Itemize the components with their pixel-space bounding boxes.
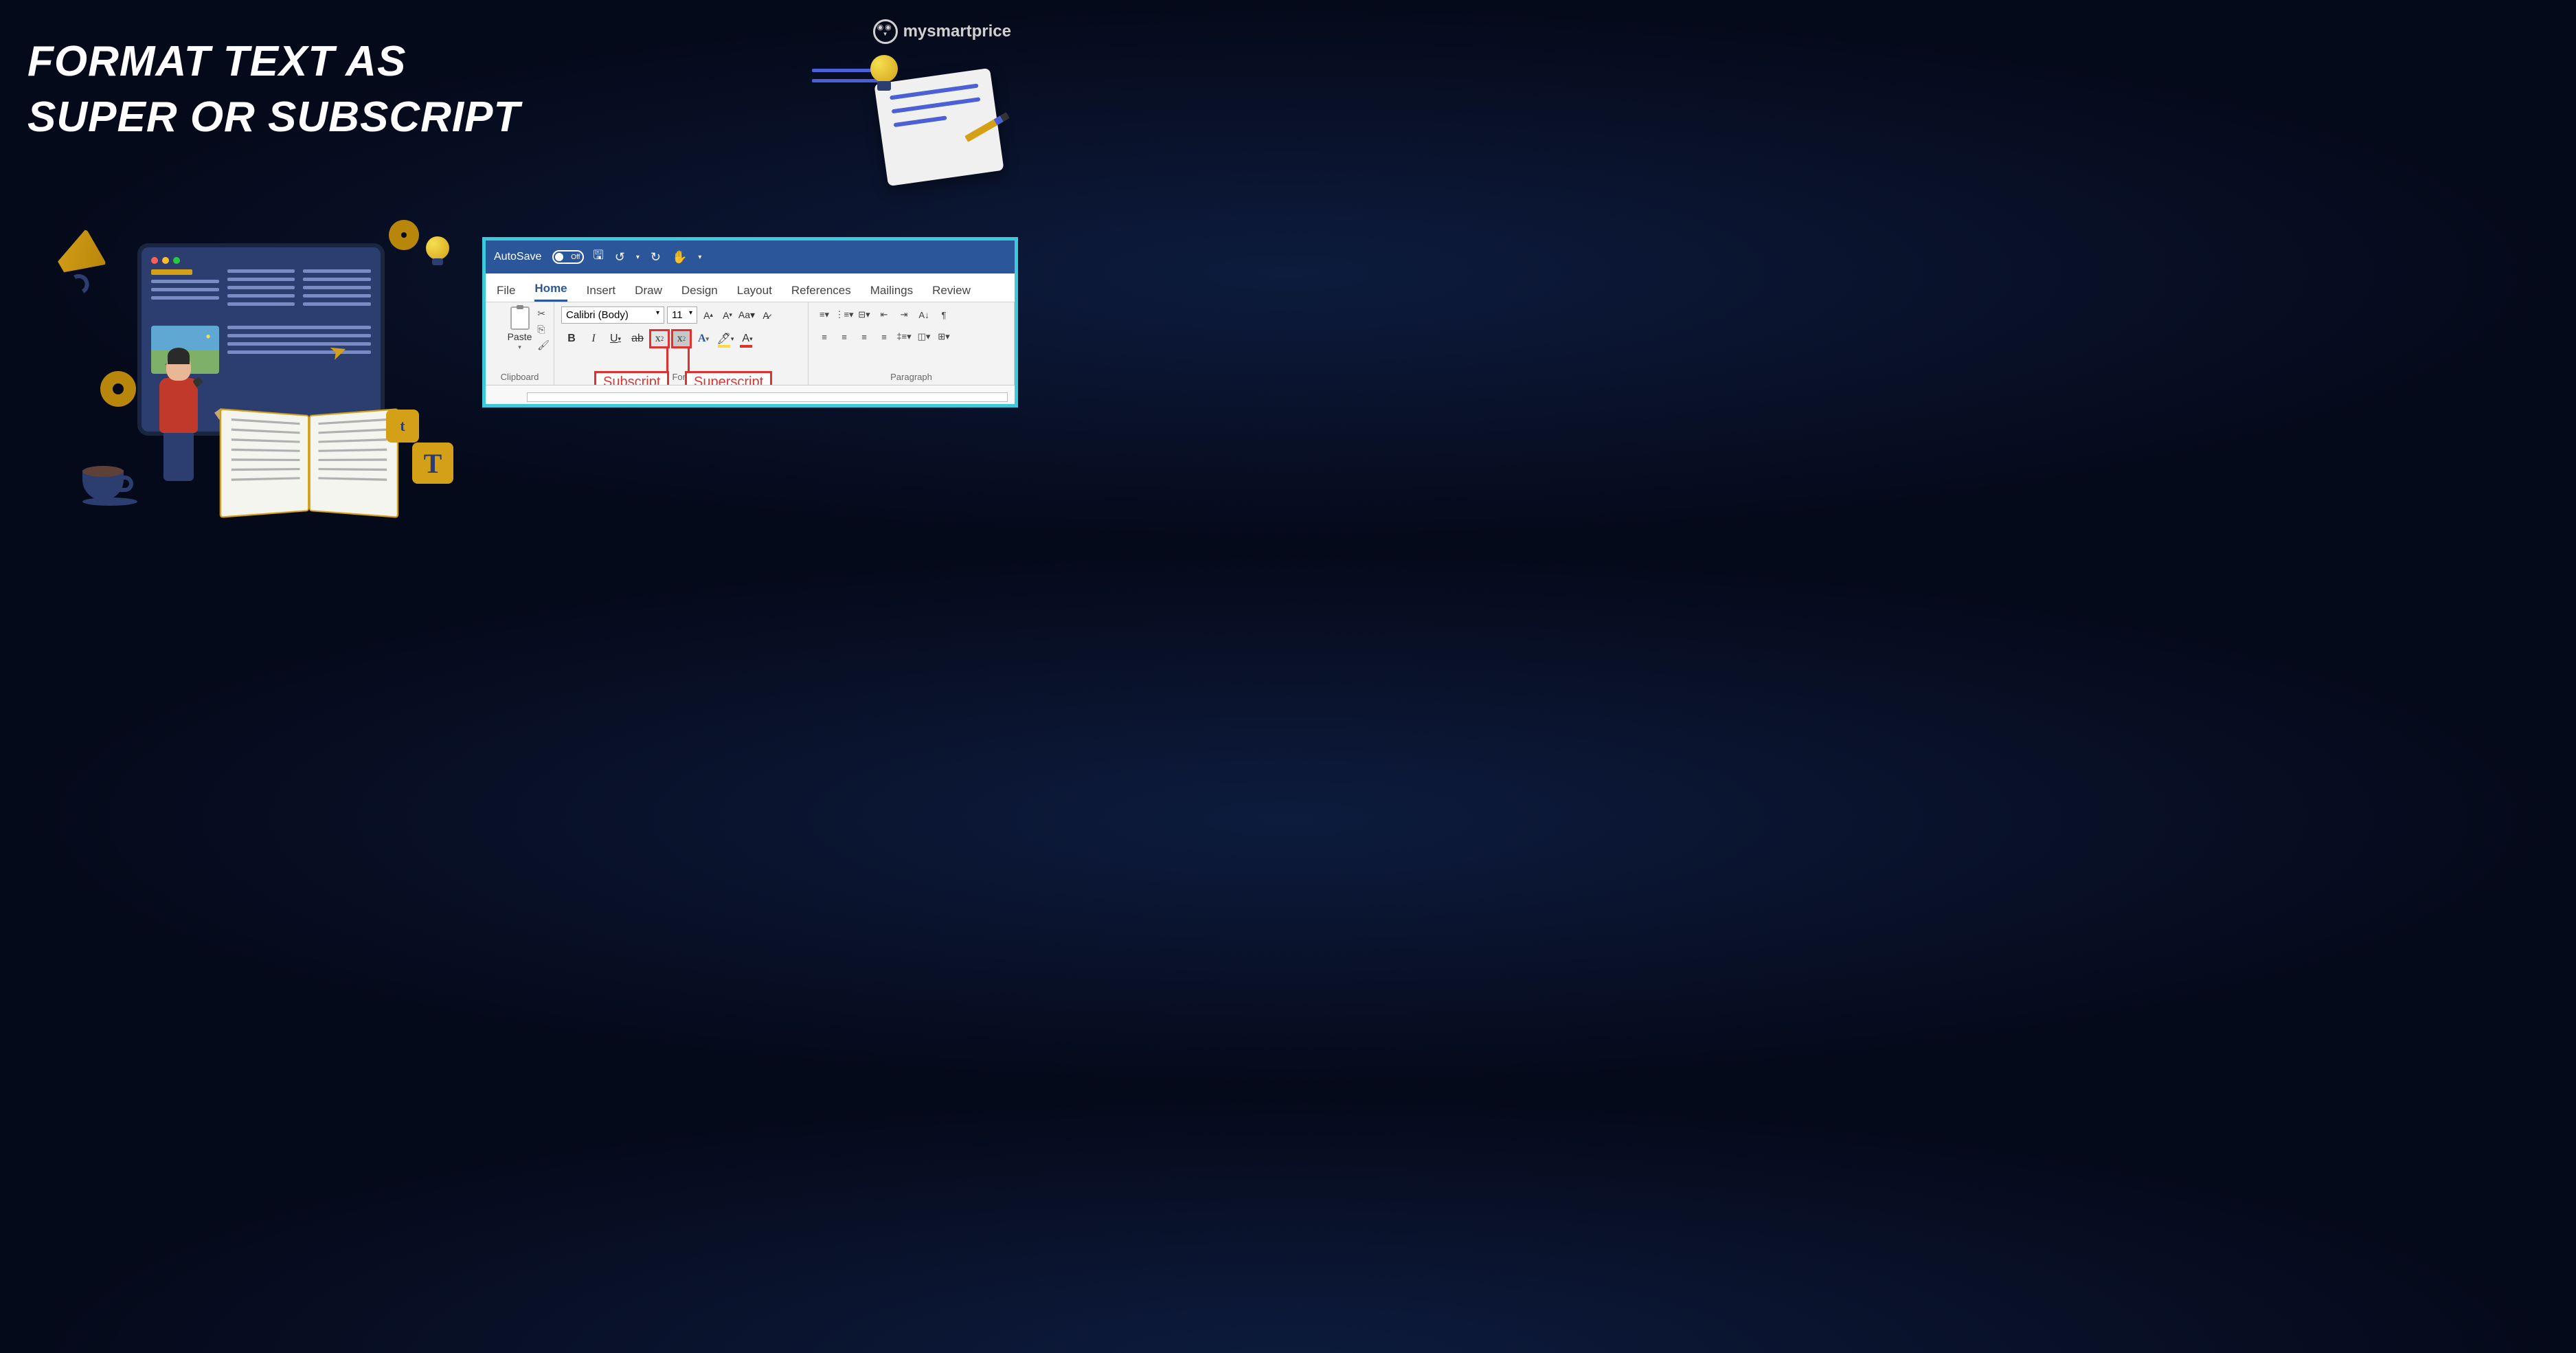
redo-icon[interactable]: ↻: [651, 250, 661, 265]
cut-icon[interactable]: ✂: [537, 308, 550, 320]
bullets-button[interactable]: ≡▾: [815, 306, 833, 323]
brand-logo: mysmartprice: [873, 19, 1011, 44]
gear-icon: [392, 223, 416, 247]
undo-dropdown-icon[interactable]: ▾: [636, 254, 640, 261]
line-spacing-button[interactable]: ‡≡▾: [895, 328, 913, 345]
tab-home[interactable]: Home: [534, 282, 567, 302]
paste-label: Paste: [508, 331, 532, 342]
autosave-toggle[interactable]: Off: [552, 250, 584, 264]
word-ribbon-screenshot: AutoSave Off 🖫 ↺ ▾ ↻ ✋ ▾ File Home Inser…: [482, 237, 1018, 407]
justify-button[interactable]: ≡: [875, 328, 893, 345]
undo-icon[interactable]: ↺: [615, 250, 625, 265]
increase-indent-button[interactable]: ⇥: [895, 306, 913, 323]
tab-references[interactable]: References: [791, 284, 851, 302]
clipboard-icon: [510, 306, 530, 330]
superscript-button[interactable]: x2: [671, 329, 692, 348]
autosave-state: Off: [571, 254, 580, 261]
coffee-cup-icon: [82, 470, 137, 511]
letter-block-t: t: [386, 410, 419, 443]
logo-text: mysmartprice: [903, 22, 1011, 41]
underline-button[interactable]: U ▾: [605, 329, 626, 348]
subscript-button[interactable]: x2: [649, 329, 670, 348]
owl-icon: [873, 19, 898, 44]
headline-line-1: FORMAT TEXT AS: [27, 34, 520, 90]
show-marks-button[interactable]: ¶: [935, 306, 953, 323]
megaphone-icon: [51, 219, 135, 303]
strikethrough-button[interactable]: ab: [627, 329, 648, 348]
clipboard-group-label: Clipboard: [493, 372, 547, 383]
tab-design[interactable]: Design: [681, 284, 718, 302]
change-case-icon[interactable]: Aa▾: [738, 307, 755, 324]
decrease-font-icon[interactable]: A▾: [719, 307, 736, 324]
tab-file[interactable]: File: [497, 284, 515, 302]
paragraph-group: ≡▾ ⋮≡▾ ⊟▾ ⇤ ⇥ A↓ ¶ ≡ ≡ ≡ ≡ ‡≡▾ ◫▾ ⊞▾ Par…: [809, 302, 1015, 385]
person-illustration: [144, 353, 213, 491]
clipboard-group: Paste ▾ ✂ ⎘ 🖌 Clipboard: [486, 302, 554, 385]
gear-icon: [103, 374, 133, 404]
align-right-button[interactable]: ≡: [855, 328, 873, 345]
tab-review[interactable]: Review: [932, 284, 971, 302]
align-left-button[interactable]: ≡: [815, 328, 833, 345]
numbering-button[interactable]: ⋮≡▾: [835, 306, 853, 323]
borders-button[interactable]: ⊞▾: [935, 328, 953, 345]
text-effects-button[interactable]: A ▾: [693, 329, 714, 348]
tab-insert[interactable]: Insert: [587, 284, 616, 302]
main-headline: FORMAT TEXT AS SUPER OR SUBSCRIPT: [27, 34, 520, 145]
paragraph-group-label: Paragraph: [815, 372, 1007, 383]
bold-button[interactable]: B: [561, 329, 582, 348]
sort-button[interactable]: A↓: [915, 306, 933, 323]
qat-dropdown-icon[interactable]: ▾: [698, 254, 701, 261]
ruler: [486, 385, 1015, 404]
decorative-illustration: ➤ t T: [34, 216, 460, 532]
font-color-button[interactable]: A ▾: [737, 329, 758, 348]
lightbulb-icon: [867, 55, 901, 96]
highlight-button[interactable]: 🖊▾: [715, 329, 736, 348]
clear-formatting-icon[interactable]: A̷: [758, 307, 774, 324]
increase-font-icon[interactable]: A▴: [700, 307, 716, 324]
headline-line-2: SUPER OR SUBSCRIPT: [27, 90, 520, 146]
tab-layout[interactable]: Layout: [737, 284, 772, 302]
tab-draw[interactable]: Draw: [635, 284, 662, 302]
multilevel-list-button[interactable]: ⊟▾: [855, 306, 873, 323]
touch-mode-icon[interactable]: ✋: [672, 250, 687, 265]
word-titlebar: AutoSave Off 🖫 ↺ ▾ ↻ ✋ ▾: [486, 241, 1015, 273]
decrease-indent-button[interactable]: ⇤: [875, 306, 893, 323]
tab-mailings[interactable]: Mailings: [870, 284, 913, 302]
font-size-selector[interactable]: 11▾: [667, 306, 697, 324]
letter-block-T: T: [412, 443, 453, 484]
lightbulb-icon: [426, 236, 449, 265]
format-painter-icon[interactable]: 🖌: [537, 339, 550, 351]
ribbon-tabs: File Home Insert Draw Design Layout Refe…: [486, 273, 1015, 302]
save-icon[interactable]: 🖫: [593, 247, 603, 267]
align-center-button[interactable]: ≡: [835, 328, 853, 345]
autosave-label: AutoSave: [494, 251, 541, 263]
italic-button[interactable]: I: [583, 329, 604, 348]
copy-icon[interactable]: ⎘: [537, 324, 550, 335]
font-name-selector[interactable]: Calibri (Body)▾: [561, 306, 664, 324]
shading-button[interactable]: ◫▾: [915, 328, 933, 345]
book-illustration: [220, 415, 398, 518]
